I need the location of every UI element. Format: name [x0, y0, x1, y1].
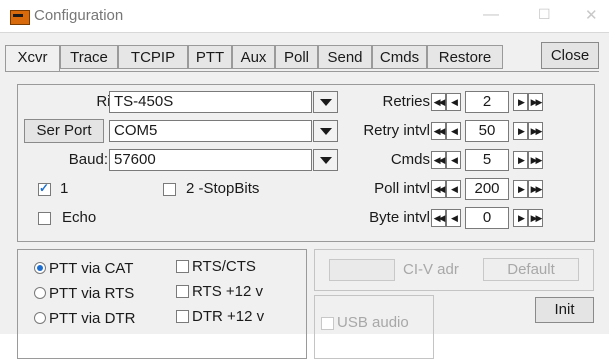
rts-cts-checkbox[interactable] — [176, 260, 189, 273]
ptt-cat-label: PTT via CAT — [49, 260, 134, 277]
tab-divider — [5, 71, 599, 72]
cmds-value[interactable]: 5 — [465, 149, 509, 171]
civ-panel: CI-V adr Default — [314, 249, 594, 291]
close-window-icon[interactable]: ✕ — [585, 6, 598, 24]
port-dropdown-icon[interactable] — [313, 120, 338, 142]
retries-fast-inc-icon[interactable]: ▶▶ — [528, 93, 543, 111]
echo-label: Echo — [62, 209, 97, 226]
baud-field[interactable]: 57600 — [109, 149, 312, 171]
retries-inc-icon[interactable]: ▶ — [513, 93, 528, 111]
close-button[interactable]: Close — [541, 42, 599, 69]
retry-intvl-fast-dec-icon[interactable]: ◀◀ — [431, 122, 446, 140]
rig-dropdown-icon[interactable] — [313, 91, 338, 113]
tab-aux[interactable]: Aux — [232, 45, 275, 69]
dtr-12v-label: DTR +12 v — [192, 308, 265, 325]
ptt-rts-label: PTT via RTS — [49, 285, 135, 302]
poll-intvl-inc-icon[interactable]: ▶ — [513, 180, 528, 198]
byte-intvl-inc-icon[interactable]: ▶ — [513, 209, 528, 227]
cmds-fast-inc-icon[interactable]: ▶▶ — [528, 151, 543, 169]
maximize-icon[interactable]: ☐ — [538, 6, 551, 23]
ptt-dtr-label: PTT via DTR — [49, 310, 136, 327]
minimize-icon[interactable]: — — [483, 6, 499, 24]
tab-send[interactable]: Send — [318, 45, 372, 69]
stopbits-2-label: 2 -StopBits — [186, 180, 260, 197]
rts-12v-checkbox[interactable] — [176, 285, 189, 298]
byte-intvl-dec-icon[interactable]: ◀ — [446, 209, 461, 227]
title-bar: Configuration — ☐ ✕ — [0, 0, 609, 32]
retry-intvl-value[interactable]: 50 — [465, 120, 509, 142]
usb-audio-label: USB audio — [337, 314, 409, 331]
poll-intvl-label: Poll intvl — [374, 180, 430, 197]
tab-restore[interactable]: Restore — [427, 45, 503, 69]
stopbits-2-checkbox[interactable] — [163, 183, 176, 196]
retries-dec-icon[interactable]: ◀ — [446, 93, 461, 111]
window-title: Configuration — [34, 7, 124, 24]
tab-cmds[interactable]: Cmds — [372, 45, 427, 69]
port-field[interactable]: COM5 — [109, 120, 312, 142]
stopbits-1-label: 1 — [60, 180, 69, 197]
ptt-rts-radio[interactable] — [34, 287, 46, 299]
civ-default-button[interactable]: Default — [483, 258, 579, 281]
retries-fast-dec-icon[interactable]: ◀◀ — [431, 93, 446, 111]
byte-intvl-fast-inc-icon[interactable]: ▶▶ — [528, 209, 543, 227]
retries-label: Retries — [382, 93, 430, 110]
tab-ptt[interactable]: PTT — [188, 45, 232, 69]
retry-intvl-inc-icon[interactable]: ▶ — [513, 122, 528, 140]
xcvr-panel: Rig: TS-450S Ser Port COM5 Baud: 57600 1… — [17, 84, 595, 242]
byte-intvl-fast-dec-icon[interactable]: ◀◀ — [431, 209, 446, 227]
usb-audio-checkbox[interactable] — [321, 317, 334, 330]
cmds-fast-dec-icon[interactable]: ◀◀ — [431, 151, 446, 169]
rts-cts-label: RTS/CTS — [192, 258, 256, 275]
retry-intvl-fast-inc-icon[interactable]: ▶▶ — [528, 122, 543, 140]
tab-xcvr[interactable]: Xcvr — [5, 45, 60, 72]
cmds-inc-icon[interactable]: ▶ — [513, 151, 528, 169]
baud-label: Baud: — [68, 151, 108, 168]
poll-intvl-fast-inc-icon[interactable]: ▶▶ — [528, 180, 543, 198]
poll-intvl-fast-dec-icon[interactable]: ◀◀ — [431, 180, 446, 198]
rig-field[interactable]: TS-450S — [109, 91, 312, 113]
app-icon — [10, 10, 30, 25]
byte-intvl-value[interactable]: 0 — [465, 207, 509, 229]
retry-intvl-dec-icon[interactable]: ◀ — [446, 122, 461, 140]
retry-intvl-label: Retry intvl — [363, 122, 430, 139]
retries-value[interactable]: 2 — [465, 91, 509, 113]
ptt-panel: PTT via CAT PTT via RTS PTT via DTR RTS/… — [17, 249, 307, 359]
civ-address-label: CI-V adr — [403, 261, 459, 278]
cmds-dec-icon[interactable]: ◀ — [446, 151, 461, 169]
tab-tcpip[interactable]: TCPIP — [118, 45, 188, 69]
baud-dropdown-icon[interactable] — [313, 149, 338, 171]
ptt-cat-radio[interactable] — [34, 262, 46, 274]
byte-intvl-label: Byte intvl — [369, 209, 430, 226]
civ-address-field[interactable] — [329, 259, 395, 281]
rts-12v-label: RTS +12 v — [192, 283, 264, 300]
tab-poll[interactable]: Poll — [275, 45, 318, 69]
usb-audio-panel: USB audio — [314, 295, 434, 359]
configuration-body: Xcvr Trace TCPIP PTT Aux Poll Send Cmds … — [0, 32, 609, 359]
init-button[interactable]: Init — [535, 297, 594, 323]
cmds-label: Cmds — [390, 151, 430, 168]
ser-port-button[interactable]: Ser Port — [24, 119, 104, 143]
echo-checkbox[interactable] — [38, 212, 51, 225]
poll-intvl-value[interactable]: 200 — [465, 178, 509, 200]
poll-intvl-dec-icon[interactable]: ◀ — [446, 180, 461, 198]
ptt-dtr-radio[interactable] — [34, 312, 46, 324]
stopbits-1-checkbox[interactable] — [38, 181, 51, 196]
tab-trace[interactable]: Trace — [60, 45, 118, 69]
dtr-12v-checkbox[interactable] — [176, 310, 189, 323]
